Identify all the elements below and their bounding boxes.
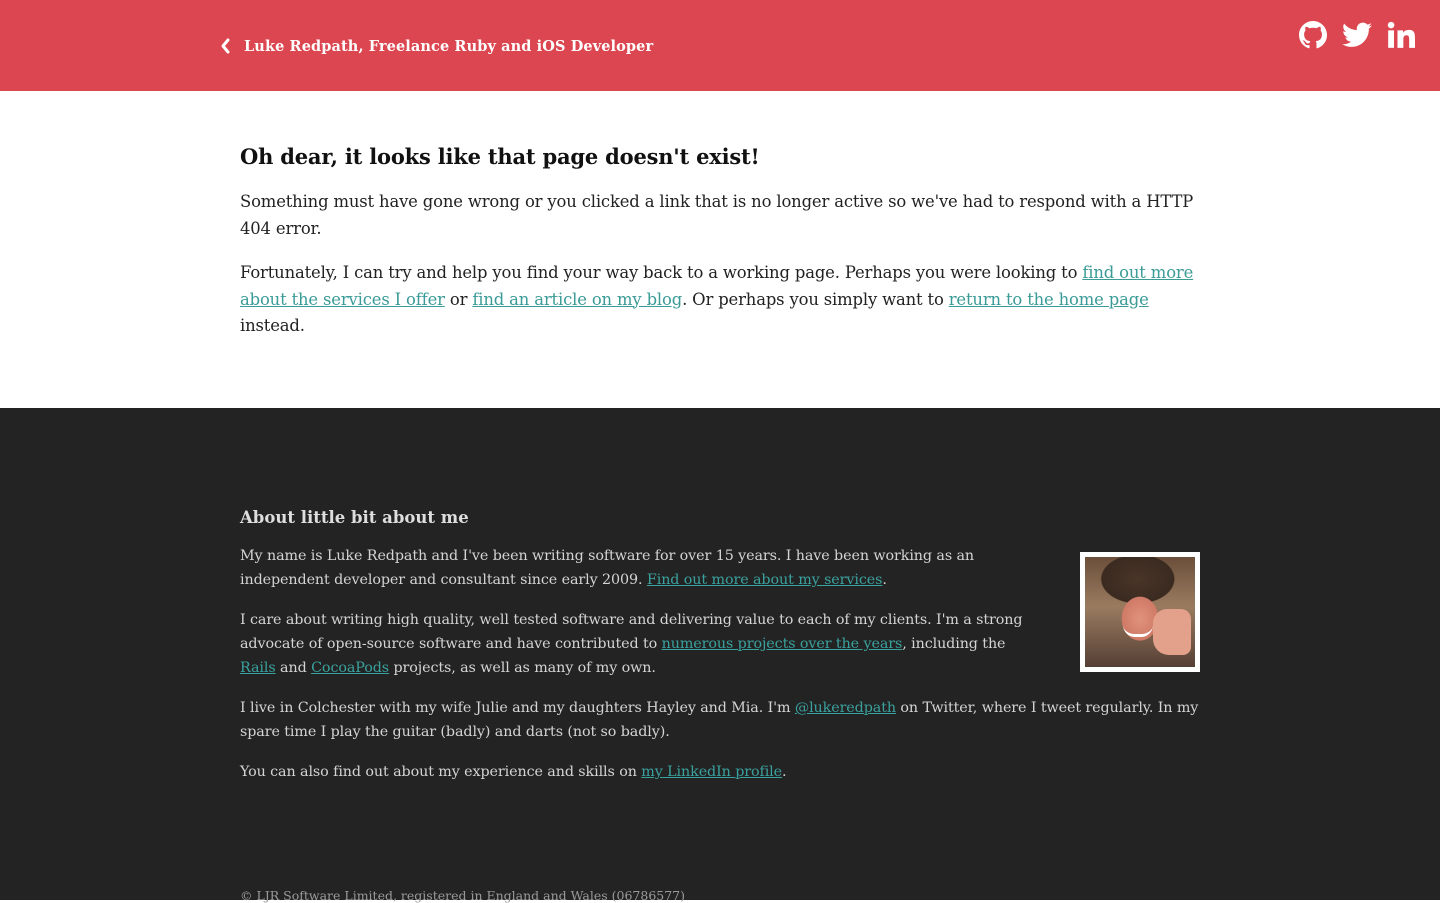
about-personal-text: I live in Colchester with my wife Julie … bbox=[240, 700, 795, 716]
cocoapods-link[interactable]: CocoaPods bbox=[311, 660, 389, 676]
github-icon bbox=[1299, 21, 1327, 49]
avatar bbox=[1080, 552, 1200, 672]
about-opensource-mid1: , including the bbox=[902, 636, 1006, 652]
rails-link[interactable]: Rails bbox=[240, 660, 276, 676]
twitter-icon bbox=[1342, 22, 1372, 47]
projects-link[interactable]: numerous projects over the years bbox=[662, 636, 903, 652]
about-heading: About little bit about me bbox=[240, 508, 469, 527]
about-opensource-end: projects, as well as many of my own. bbox=[389, 660, 656, 676]
twitter-handle-link[interactable]: @lukeredpath bbox=[795, 700, 896, 716]
about-linkedin: You can also find out about my experienc… bbox=[240, 760, 1200, 784]
about-opensource-mid2: and bbox=[275, 660, 312, 676]
page-title: Oh dear, it looks like that page doesn't… bbox=[240, 144, 760, 169]
about-section: About little bit about me My name is Luk… bbox=[240, 508, 1200, 784]
linkedin-icon bbox=[1387, 21, 1415, 48]
help-paragraph: Fortunately, I can try and help you find… bbox=[240, 260, 1200, 340]
about-intro-end: . bbox=[882, 572, 887, 588]
help-text-2: or bbox=[444, 289, 473, 309]
home-page-link[interactable]: return to the home page bbox=[949, 290, 1149, 309]
avatar-photo bbox=[1085, 557, 1195, 667]
copyright-notice: © LJR Software Limited, registered in En… bbox=[240, 888, 686, 903]
about-linkedin-text: You can also find out about my experienc… bbox=[240, 764, 642, 780]
my-services-link[interactable]: Find out more about my services bbox=[647, 572, 883, 588]
github-link[interactable] bbox=[1298, 20, 1328, 50]
about-linkedin-end: . bbox=[782, 764, 787, 780]
help-text-1: Fortunately, I can try and help you find… bbox=[240, 263, 1083, 282]
help-text-4: instead. bbox=[240, 316, 305, 335]
about-personal: I live in Colchester with my wife Julie … bbox=[240, 696, 1200, 744]
main-content: Oh dear, it looks like that page doesn't… bbox=[240, 91, 1200, 340]
home-back-link[interactable]: Luke Redpath, Freelance Ruby and iOS Dev… bbox=[219, 36, 653, 56]
linkedin-profile-link[interactable]: my LinkedIn profile bbox=[641, 764, 782, 780]
chevron-left-icon bbox=[221, 38, 230, 54]
error-explanation: Something must have gone wrong or you cl… bbox=[240, 192, 1194, 238]
blog-link[interactable]: find an article on my blog bbox=[472, 290, 682, 309]
twitter-link[interactable] bbox=[1342, 20, 1372, 50]
social-links bbox=[1298, 20, 1416, 50]
site-title: Luke Redpath, Freelance Ruby and iOS Dev… bbox=[244, 37, 654, 55]
help-text-3: . Or perhaps you simply want to bbox=[682, 289, 949, 309]
site-footer: About little bit about me My name is Luk… bbox=[0, 408, 1440, 903]
about-intro: My name is Luke Redpath and I've been wr… bbox=[240, 544, 1040, 592]
site-header: Luke Redpath, Freelance Ruby and iOS Dev… bbox=[0, 0, 1440, 91]
about-opensource: I care about writing high quality, well … bbox=[240, 608, 1040, 680]
linkedin-link[interactable] bbox=[1386, 20, 1416, 50]
